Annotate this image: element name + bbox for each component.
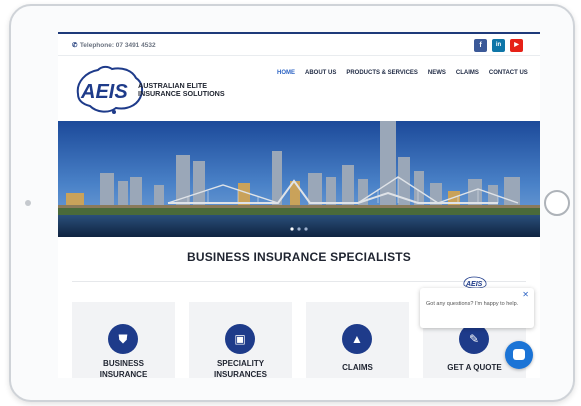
card-label: SPECIALITY INSURANCES: [189, 358, 292, 378]
briefcase-icon: ▣: [225, 324, 255, 354]
logo-mark: AEIS: [80, 81, 128, 103]
phone-text: Telephone: 07 3491 4532: [79, 42, 156, 49]
top-bar: ✆ Telephone: 07 3491 4532 f in ▶: [58, 32, 540, 56]
chat-launcher-button[interactable]: [505, 341, 533, 369]
nav-about-us[interactable]: ABOUT US: [305, 70, 336, 76]
chat-bubble-icon: [513, 349, 525, 360]
youtube-icon[interactable]: ▶: [510, 39, 523, 52]
chat-popup[interactable]: ✕ Got any questions? I'm happy to help.: [420, 288, 534, 328]
phone-number[interactable]: ✆ Telephone: 07 3491 4532: [72, 41, 156, 49]
stage: ✆ Telephone: 07 3491 4532 f in ▶ AEIS AU…: [0, 0, 581, 406]
card-speciality-insurances[interactable]: ▣ SPECIALITY INSURANCES: [189, 302, 292, 378]
section-title: BUSINESS INSURANCE SPECIALISTS: [186, 250, 412, 264]
hero-banner-image: [58, 121, 540, 237]
svg-text:AEIS: AEIS: [465, 281, 483, 288]
aeis-logo[interactable]: AEIS AUSTRALIAN ELITE INSURANCE SOLUTION…: [72, 64, 257, 116]
section-divider: [72, 281, 526, 282]
card-label-line1: CLAIMS: [342, 363, 373, 372]
shield-icon: ⛊: [108, 324, 138, 354]
facebook-icon[interactable]: f: [474, 39, 487, 52]
nav-contact-us[interactable]: CONTACT US: [489, 70, 528, 76]
card-label: CLAIMS: [306, 362, 409, 373]
pencil-icon: ✎: [459, 324, 489, 354]
slider-dot-3: [304, 227, 308, 231]
slider-dot-1: [290, 227, 294, 231]
main-nav: HOME ABOUT US PRODUCTS & SERVICES NEWS C…: [277, 70, 528, 76]
card-label-line1: BUSINESS: [103, 359, 144, 368]
card-claims[interactable]: ▲ CLAIMS: [306, 302, 409, 378]
logo-line2: INSURANCE SOLUTIONS: [138, 89, 225, 98]
site-header: AEIS AUSTRALIAN ELITE INSURANCE SOLUTION…: [58, 56, 540, 120]
card-label-line2: INSURANCE: [99, 370, 148, 378]
phone-icon: ✆: [72, 42, 78, 49]
nav-products-services[interactable]: PRODUCTS & SERVICES: [346, 70, 418, 76]
close-icon[interactable]: ✕: [522, 290, 529, 299]
tablet-home-button[interactable]: [544, 190, 570, 216]
card-label: BUSINESS INSURANCE: [72, 358, 175, 378]
nav-news[interactable]: NEWS: [428, 70, 446, 76]
warning-icon: ▲: [342, 324, 372, 354]
website-screen: ✆ Telephone: 07 3491 4532 f in ▶ AEIS AU…: [58, 32, 540, 378]
card-label-line2: INSURANCES: [214, 370, 267, 378]
card-business-insurance[interactable]: ⛊ BUSINESS INSURANCE: [72, 302, 175, 378]
slider-dot-2: [297, 227, 301, 231]
linkedin-icon[interactable]: in: [492, 39, 505, 52]
nav-home[interactable]: HOME: [277, 70, 295, 76]
nav-claims[interactable]: CLAIMS: [456, 70, 479, 76]
chat-message: Got any questions? I'm happy to help.: [426, 301, 519, 307]
camera-dot: [25, 200, 31, 206]
card-label-line1: SPECIALITY: [216, 359, 265, 368]
